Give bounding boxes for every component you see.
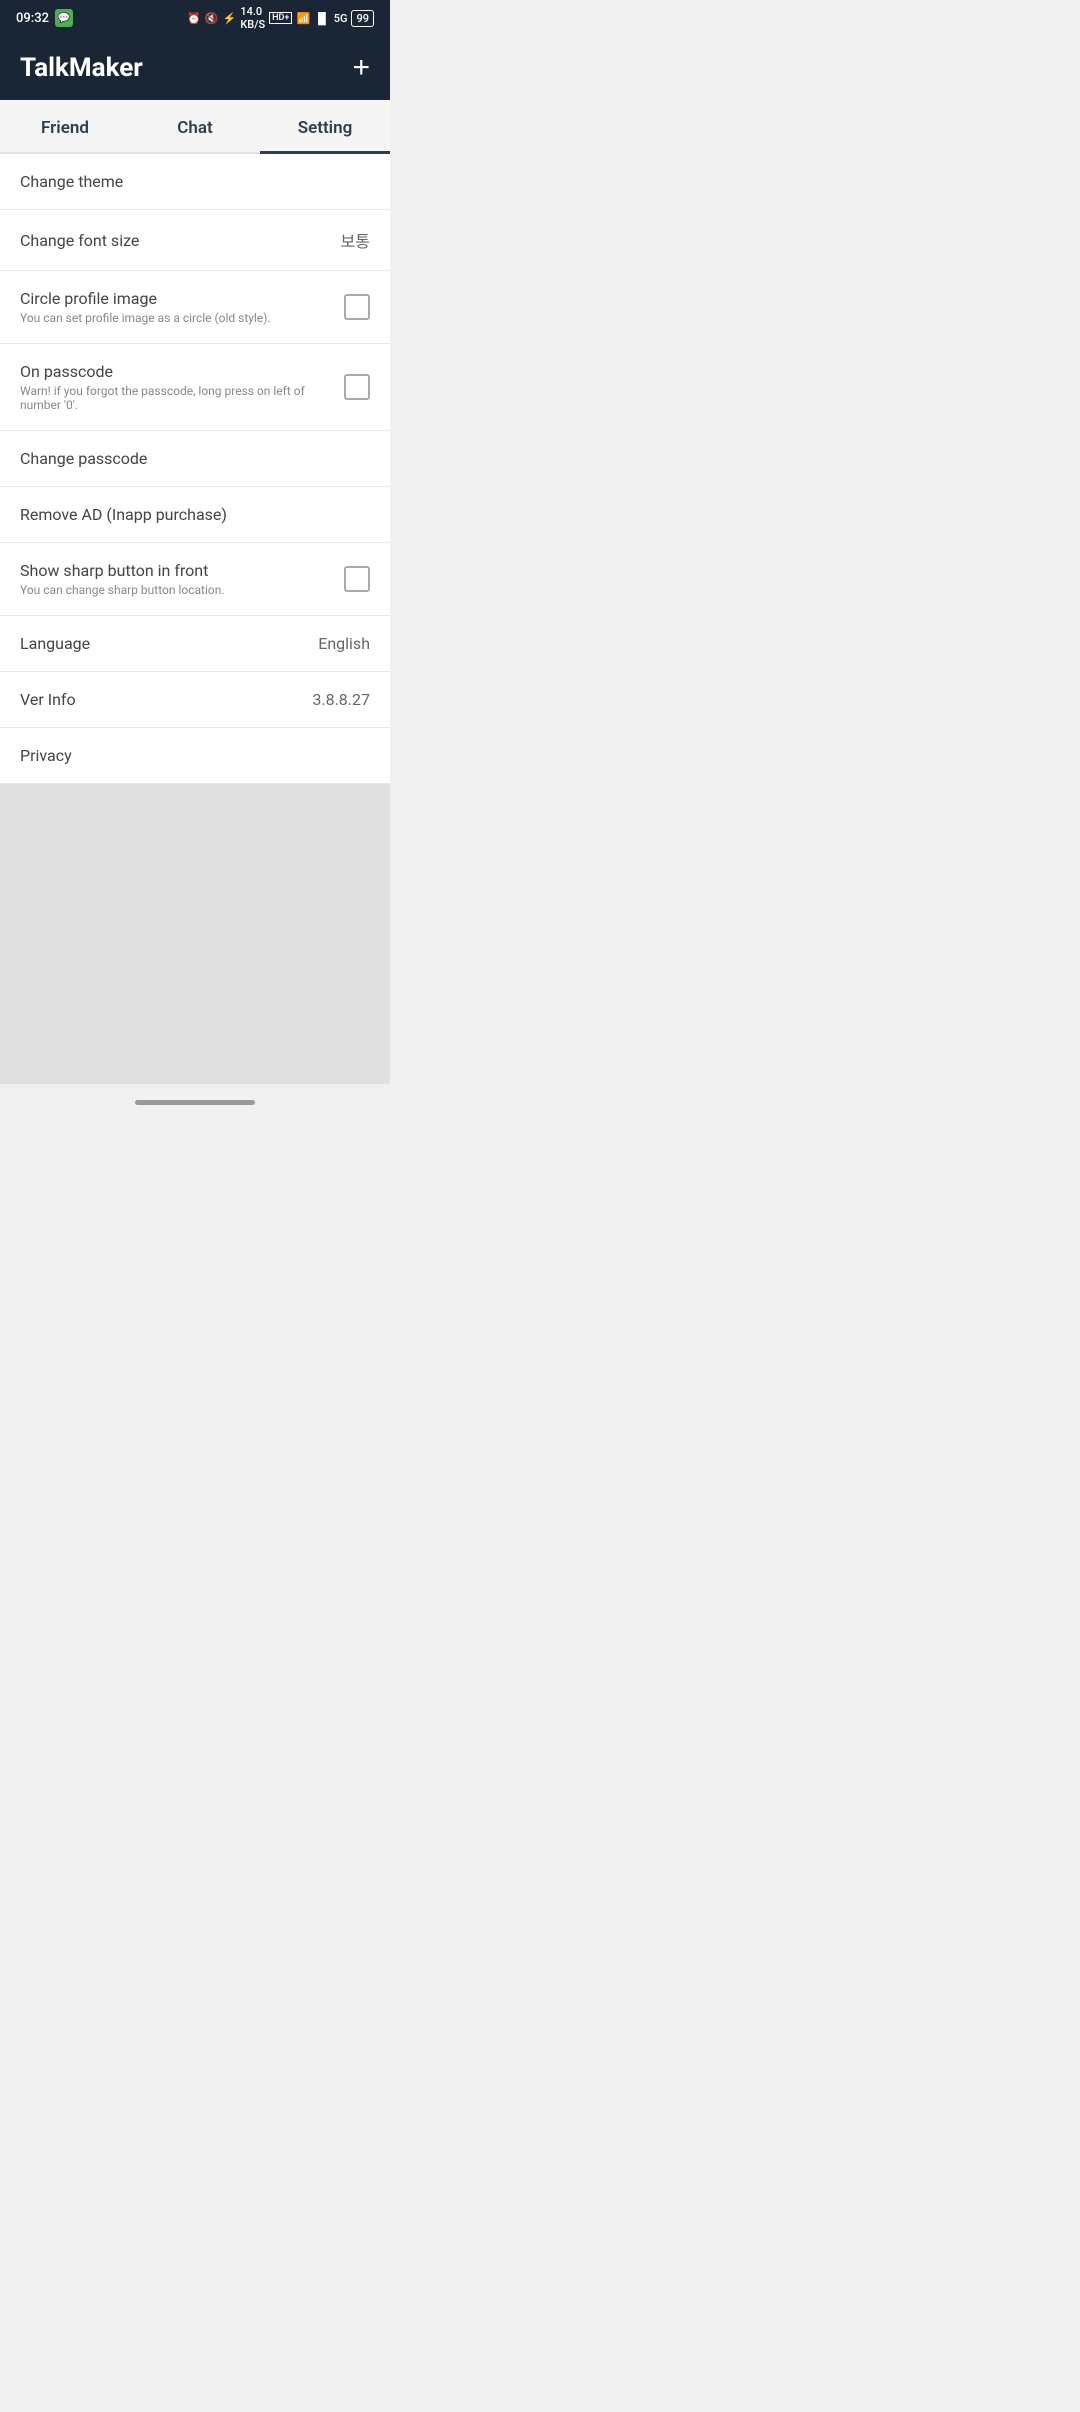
setting-value-language: English <box>318 634 370 653</box>
setting-label-change-theme: Change theme <box>20 172 370 191</box>
nav-pill <box>135 1100 255 1105</box>
status-right: ⏰ 🔇 ⚡ 14.0KB/S HD+ 📶 ▐▌ 5G 99 <box>187 5 374 31</box>
setting-sublabel-circle-profile-image: You can set profile image as a circle (o… <box>20 311 332 325</box>
app-title: TalkMaker <box>20 53 143 83</box>
wifi-icon: 📶 <box>296 12 310 25</box>
tab-friend[interactable]: Friend <box>0 100 130 152</box>
add-button[interactable]: + <box>352 53 370 83</box>
setting-item-show-sharp-button[interactable]: Show sharp button in front You can change… <box>0 543 390 616</box>
setting-left-circle-profile-image: Circle profile image You can set profile … <box>20 289 332 325</box>
setting-left-change-theme: Change theme <box>20 172 370 191</box>
mute-icon: 🔇 <box>205 12 219 25</box>
setting-left-privacy: Privacy <box>20 746 370 765</box>
notification-icon: 💬 <box>55 9 73 27</box>
setting-item-privacy[interactable]: Privacy <box>0 728 390 784</box>
setting-label-language: Language <box>20 634 306 653</box>
alarm-icon: ⏰ <box>187 12 201 25</box>
tab-bar: Friend Chat Setting <box>0 100 390 154</box>
data-speed: 14.0KB/S <box>240 5 265 31</box>
setting-label-show-sharp-button: Show sharp button in front <box>20 561 332 580</box>
setting-label-change-font-size: Change font size <box>20 231 329 250</box>
checkbox-show-sharp-button[interactable] <box>344 566 370 592</box>
setting-label-remove-ad: Remove AD (Inapp purchase) <box>20 505 370 524</box>
setting-item-language[interactable]: Language English <box>0 616 390 672</box>
setting-sublabel-show-sharp-button: You can change sharp button location. <box>20 583 332 597</box>
setting-item-circle-profile-image[interactable]: Circle profile image You can set profile … <box>0 271 390 344</box>
hd-badge: HD+ <box>269 12 292 24</box>
setting-left-language: Language <box>20 634 306 653</box>
setting-item-on-passcode[interactable]: On passcode Warn! if you forgot the passc… <box>0 344 390 431</box>
setting-value-change-font-size: 보통 <box>341 228 370 252</box>
setting-item-change-font-size[interactable]: Change font size 보통 <box>0 210 390 271</box>
signal-icon: ▐▌ <box>314 12 330 25</box>
setting-sublabel-on-passcode: Warn! if you forgot the passcode, long p… <box>20 384 332 412</box>
tab-chat[interactable]: Chat <box>130 100 260 152</box>
setting-label-ver-info: Ver Info <box>20 690 300 709</box>
setting-label-privacy: Privacy <box>20 746 370 765</box>
signal2-icon: 5G <box>334 12 348 25</box>
setting-left-ver-info: Ver Info <box>20 690 300 709</box>
setting-item-change-theme[interactable]: Change theme <box>0 154 390 210</box>
setting-item-ver-info[interactable]: Ver Info 3.8.8.27 <box>0 672 390 728</box>
setting-left-show-sharp-button: Show sharp button in front You can change… <box>20 561 332 597</box>
setting-value-ver-info: 3.8.8.27 <box>312 690 370 709</box>
app-header: TalkMaker + <box>0 36 390 100</box>
checkbox-circle-profile-image[interactable] <box>344 294 370 320</box>
setting-item-remove-ad[interactable]: Remove AD (Inapp purchase) <box>0 487 390 543</box>
setting-label-circle-profile-image: Circle profile image <box>20 289 332 308</box>
bottom-area <box>0 784 390 1084</box>
battery-icon: 99 <box>351 10 374 27</box>
setting-item-change-passcode[interactable]: Change passcode <box>0 431 390 487</box>
nav-bar <box>0 1084 390 1120</box>
setting-label-change-passcode: Change passcode <box>20 449 370 468</box>
setting-left-change-passcode: Change passcode <box>20 449 370 468</box>
status-left: 09:32 💬 <box>16 9 73 27</box>
time-display: 09:32 <box>16 11 49 26</box>
tab-setting[interactable]: Setting <box>260 100 390 152</box>
setting-label-on-passcode: On passcode <box>20 362 332 381</box>
setting-left-change-font-size: Change font size <box>20 231 329 250</box>
setting-left-on-passcode: On passcode Warn! if you forgot the passc… <box>20 362 332 412</box>
bluetooth-icon: ⚡ <box>223 12 237 25</box>
setting-left-remove-ad: Remove AD (Inapp purchase) <box>20 505 370 524</box>
status-bar: 09:32 💬 ⏰ 🔇 ⚡ 14.0KB/S HD+ 📶 ▐▌ 5G 99 <box>0 0 390 36</box>
settings-list: Change theme Change font size 보통 Circle pro… <box>0 154 390 784</box>
checkbox-on-passcode[interactable] <box>344 374 370 400</box>
